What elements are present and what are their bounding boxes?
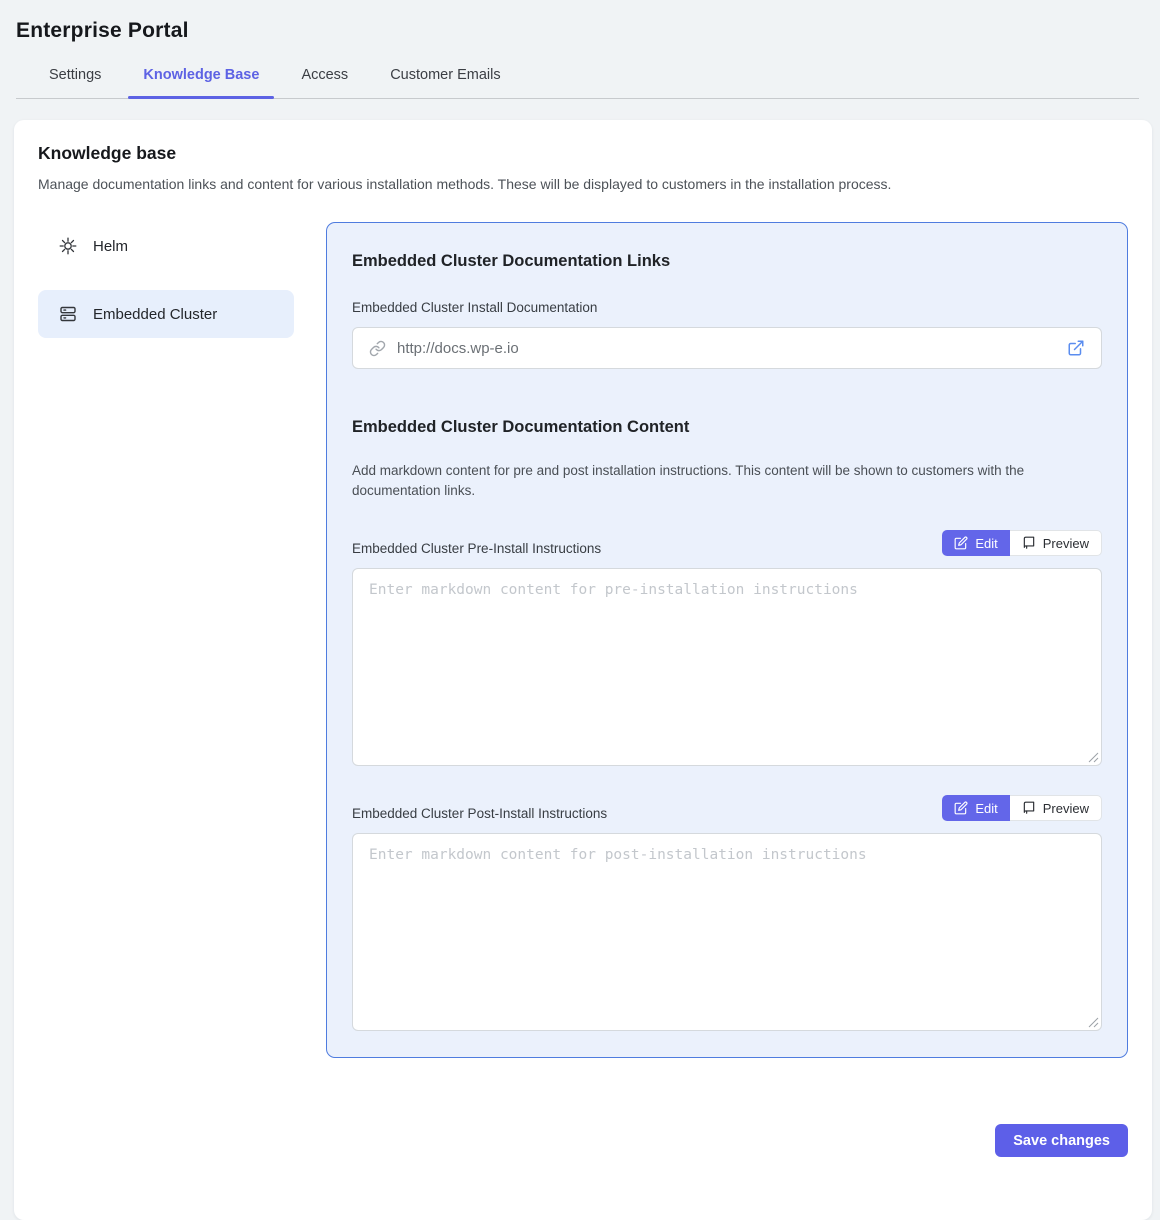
external-link-icon[interactable] [1067, 339, 1085, 357]
post-install-edit-button[interactable]: Edit [942, 795, 1009, 821]
post-install-textarea[interactable] [352, 833, 1102, 1031]
link-icon [369, 340, 386, 357]
pre-install-mode-toggle: Edit Preview [942, 530, 1102, 556]
knowledge-base-card: Knowledge base Manage documentation link… [14, 120, 1152, 1220]
helm-icon [59, 237, 77, 255]
tab-bar: Settings Knowledge Base Access Customer … [16, 67, 1139, 99]
content-section-description: Add markdown content for pre and post in… [352, 461, 1102, 501]
sidebar-item-label: Helm [93, 238, 128, 255]
post-install-mode-toggle: Edit Preview [942, 795, 1102, 821]
card-heading: Knowledge base [38, 143, 1128, 164]
page-header: Enterprise Portal Settings Knowledge Bas… [0, 0, 1160, 99]
tab-settings[interactable]: Settings [49, 67, 101, 98]
edit-icon [954, 536, 968, 550]
card-description: Manage documentation links and content f… [38, 176, 1128, 192]
server-stack-icon [59, 305, 77, 323]
page-title: Enterprise Portal [16, 19, 1144, 43]
pre-install-edit-button[interactable]: Edit [942, 530, 1009, 556]
pre-install-textarea[interactable] [352, 568, 1102, 766]
tab-customer-emails[interactable]: Customer Emails [390, 67, 500, 98]
save-changes-button[interactable]: Save changes [995, 1124, 1128, 1157]
edit-icon [954, 801, 968, 815]
sidebar-item-label: Embedded Cluster [93, 306, 217, 323]
install-method-nav: Helm Embedded Cluster [38, 222, 294, 358]
tab-knowledge-base[interactable]: Knowledge Base [143, 67, 259, 98]
links-section-heading: Embedded Cluster Documentation Links [352, 252, 1102, 271]
install-doc-url-input[interactable] [397, 340, 1056, 357]
book-icon [1022, 536, 1036, 550]
pre-install-preview-button[interactable]: Preview [1010, 530, 1102, 556]
post-install-preview-button[interactable]: Preview [1010, 795, 1102, 821]
sidebar-item-embedded-cluster[interactable]: Embedded Cluster [38, 290, 294, 338]
pre-install-label: Embedded Cluster Pre-Install Instruction… [352, 541, 601, 556]
tab-access[interactable]: Access [301, 67, 348, 98]
content-section-heading: Embedded Cluster Documentation Content [352, 418, 1102, 437]
sidebar-item-helm[interactable]: Helm [38, 222, 294, 270]
post-install-label: Embedded Cluster Post-Install Instructio… [352, 806, 607, 821]
book-icon [1022, 801, 1036, 815]
install-doc-label: Embedded Cluster Install Documentation [352, 300, 1102, 315]
embedded-cluster-panel: Embedded Cluster Documentation Links Emb… [326, 222, 1128, 1058]
install-doc-input-wrap [352, 327, 1102, 369]
